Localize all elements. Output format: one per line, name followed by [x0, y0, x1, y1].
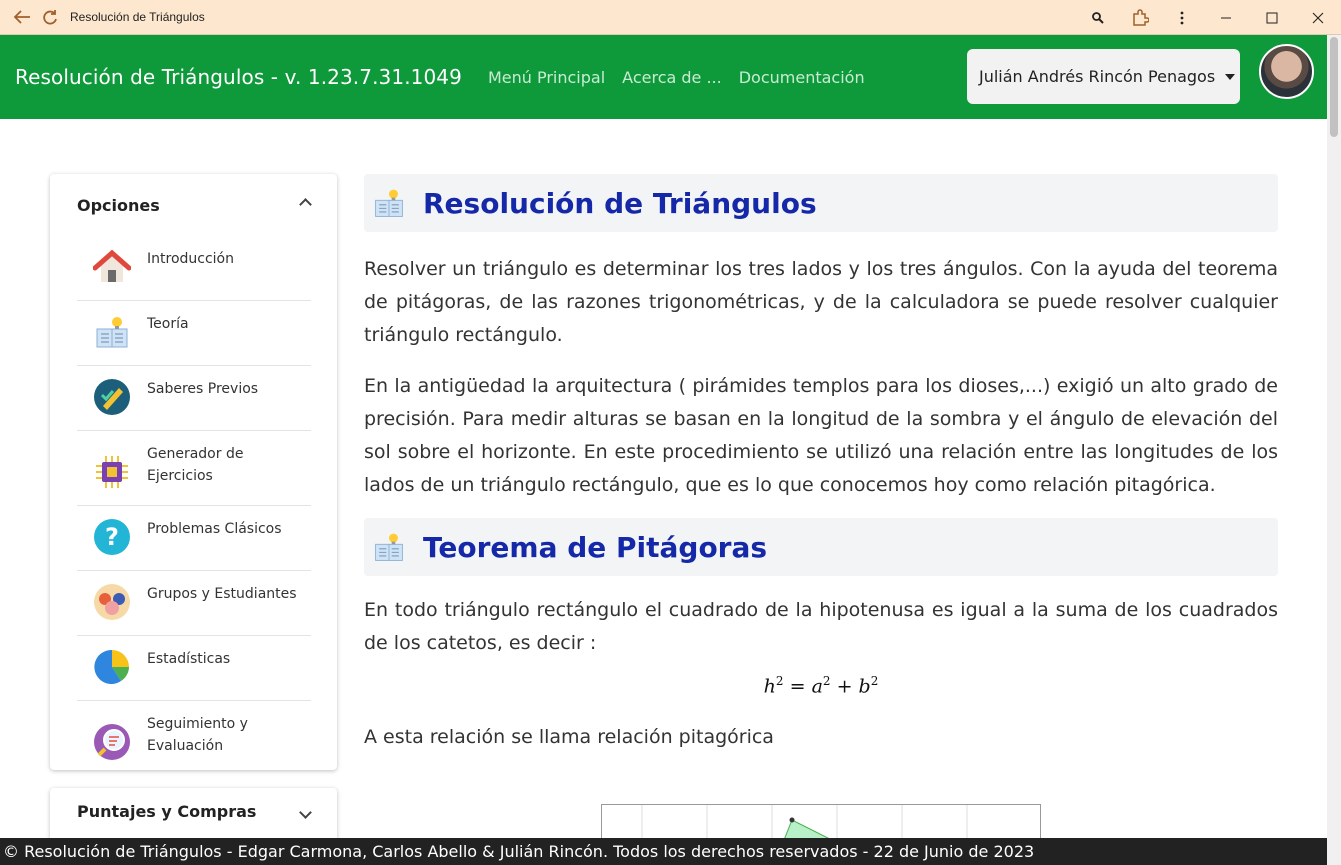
sidebar-item-estadisticas[interactable]: Estadísticas — [77, 636, 311, 701]
sidebar-item-label: Problemas Clásicos — [147, 521, 282, 537]
main-content: Resolución de Triángulos Resolver un tri… — [364, 174, 1278, 846]
sidebar-item-label: Seguimiento y Evaluación — [147, 716, 248, 754]
book-bulb-icon — [375, 189, 403, 217]
book-bulb-icon — [96, 317, 128, 348]
window-titlebar: Resolución de Triángulos — [0, 0, 1341, 35]
more-menu-icon[interactable] — [1161, 0, 1203, 35]
book-bulb-icon — [375, 533, 403, 561]
chip-icon — [96, 456, 128, 488]
maximize-icon[interactable] — [1249, 0, 1295, 35]
sidebar-item-saberes-previos[interactable]: Saberes Previos — [77, 366, 311, 431]
sidebar-item-grupos-estudiantes[interactable]: Grupos y Estudiantes — [77, 571, 311, 636]
minimize-icon[interactable] — [1203, 0, 1249, 35]
sidebar-item-seguimiento-evaluacion[interactable]: Seguimiento y Evaluación — [77, 701, 311, 775]
avatar[interactable] — [1259, 44, 1314, 99]
vertical-scrollbar[interactable] — [1327, 35, 1341, 865]
close-icon[interactable] — [1295, 0, 1341, 35]
footer-text: © Resolución de Triángulos - Edgar Carmo… — [3, 842, 1035, 861]
paragraph-theorem: En todo triángulo rectángulo el cuadrado… — [364, 599, 1278, 654]
sidebar-header[interactable]: Opciones — [50, 174, 337, 236]
section-header-resolucion: Resolución de Triángulos — [364, 174, 1278, 232]
scrollbar-thumb[interactable] — [1330, 37, 1338, 137]
paragraph-history: En la antigüedad la arquitectura ( pirám… — [364, 375, 1278, 496]
magnifier-report-icon — [94, 724, 130, 760]
sidebar-item-label: Saberes Previos — [147, 381, 259, 397]
app-brand[interactable]: Resolución de Triángulos - v. 1.23.7.31.… — [15, 65, 462, 89]
chevron-up-icon[interactable] — [299, 198, 312, 211]
sidebar-item-label: Estadísticas — [147, 651, 231, 667]
sidebar-title: Opciones — [77, 195, 160, 215]
sidebar-item-problemas-clasicos[interactable]: ? Problemas Clásicos — [77, 506, 311, 571]
paragraph-relation: A esta relación se llama relación pitagó… — [364, 726, 774, 749]
sidebar-item-teoria[interactable]: Teoría — [77, 301, 311, 366]
nav-documentacion[interactable]: Documentación — [739, 68, 865, 87]
chevron-down-icon[interactable] — [299, 806, 312, 819]
main-nav: Menú Principal Acerca de ... Documentaci… — [488, 68, 882, 87]
zoom-icon[interactable] — [1077, 0, 1119, 35]
caret-down-icon — [1225, 73, 1236, 80]
paragraph-intro: Resolver un triángulo es determinar los … — [364, 258, 1278, 346]
pythagoras-formula: h2 = a2 + b2 — [763, 674, 879, 698]
sidebar-item-label: Generador de Ejercicios — [147, 446, 244, 484]
svg-text:?: ? — [105, 523, 119, 551]
section-title: Resolución de Triángulos — [423, 186, 817, 220]
sidebar-item-label: Grupos y Estudiantes — [147, 586, 297, 602]
extensions-icon[interactable] — [1119, 0, 1161, 35]
pencil-check-icon — [94, 379, 130, 415]
sidebar-item-label: Introducción — [147, 251, 234, 267]
sidebar-item-introduccion[interactable]: Introducción — [77, 236, 311, 301]
section-title: Teorema de Pitágoras — [423, 530, 768, 564]
sidebar-item-label: Teoría — [147, 316, 189, 332]
refresh-icon[interactable] — [36, 0, 64, 35]
back-arrow-icon[interactable] — [8, 0, 36, 35]
sidebar2-header[interactable]: Puntajes y Compras — [50, 788, 337, 834]
sidebar-opciones: Opciones Introducción Teoría Saberes Pre… — [50, 174, 337, 770]
question-icon: ? — [94, 519, 130, 555]
pie-chart-icon — [94, 649, 129, 684]
sidebar-item-generador-ejercicios[interactable]: Generador de Ejercicios — [77, 431, 311, 506]
house-icon — [93, 249, 131, 282]
section-header-pitagoras: Teorema de Pitágoras — [364, 518, 1278, 576]
nav-acerca-de[interactable]: Acerca de ... — [622, 68, 722, 87]
window-title: Resolución de Triángulos — [70, 10, 205, 24]
group-icon — [94, 584, 130, 620]
app-header: Resolución de Triángulos - v. 1.23.7.31.… — [0, 35, 1327, 119]
user-name: Julián Andrés Rincón Penagos — [979, 67, 1216, 86]
user-dropdown[interactable]: Julián Andrés Rincón Penagos — [967, 49, 1240, 104]
sidebar2-title: Puntajes y Compras — [77, 801, 257, 821]
footer: © Resolución de Triángulos - Edgar Carmo… — [0, 838, 1327, 865]
nav-menu-principal[interactable]: Menú Principal — [488, 68, 605, 87]
